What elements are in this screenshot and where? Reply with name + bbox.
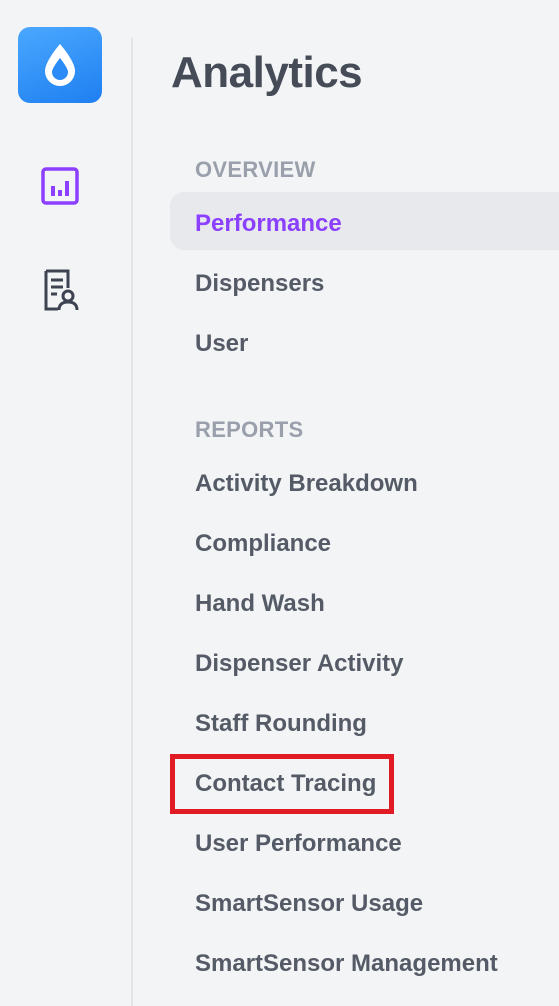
- page-title: Analytics: [171, 48, 363, 97]
- analytics-menu-panel: Analytics OVERVIEW Performance Dispenser…: [134, 0, 559, 1006]
- menu-item-hand-wash[interactable]: Hand Wash: [195, 589, 325, 619]
- rail-reports-button[interactable]: [38, 268, 82, 312]
- menu-item-staff-rounding[interactable]: Staff Rounding: [195, 709, 367, 739]
- menu-item-activity-breakdown[interactable]: Activity Breakdown: [195, 469, 418, 499]
- report-user-icon: [44, 269, 79, 311]
- menu-item-smartsensor-usage[interactable]: SmartSensor Usage: [195, 889, 423, 919]
- rail-analytics-button[interactable]: [38, 164, 82, 208]
- menu-item-performance[interactable]: Performance: [195, 209, 342, 239]
- menu-item-user[interactable]: User: [195, 329, 248, 359]
- water-drop-icon: [45, 44, 75, 86]
- app-logo[interactable]: [18, 27, 102, 103]
- menu-item-smartsensor-management[interactable]: SmartSensor Management: [195, 949, 498, 979]
- bar-chart-icon: [41, 167, 79, 205]
- menu-item-dispensers[interactable]: Dispensers: [195, 269, 324, 299]
- section-label-reports: REPORTS: [195, 417, 304, 442]
- section-label-overview: OVERVIEW: [195, 157, 316, 182]
- menu-item-user-performance[interactable]: User Performance: [195, 829, 402, 859]
- rail-divider: [131, 38, 133, 1006]
- menu-item-dispenser-activity[interactable]: Dispenser Activity: [195, 649, 404, 679]
- app-window: Analytics OVERVIEW Performance Dispenser…: [0, 0, 559, 1006]
- menu-item-compliance[interactable]: Compliance: [195, 529, 331, 559]
- icon-rail: [0, 0, 133, 1006]
- menu-item-contact-tracing[interactable]: Contact Tracing: [195, 769, 376, 799]
